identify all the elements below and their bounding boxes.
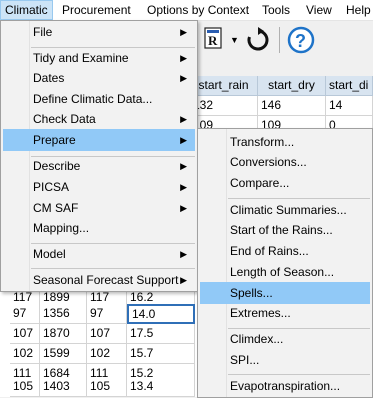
menu-options-by-context[interactable]: Options by Context: [143, 0, 253, 20]
menu-item-conversions[interactable]: Conversions...: [200, 151, 370, 173]
menu-item-label: Check Data: [33, 112, 96, 126]
menu-help[interactable]: Help: [342, 0, 373, 20]
menu-climatic[interactable]: Climatic: [0, 0, 53, 20]
submenu-arrow-icon: ▶: [180, 161, 187, 171]
menu-item-label: Dates: [33, 71, 65, 85]
menu-item-label: Conversions...: [230, 155, 307, 169]
table-cell[interactable]: 107: [10, 324, 40, 344]
menubar: Climatic Procurement Options by Context …: [0, 0, 373, 21]
menu-item-length-of-season[interactable]: Length of Season...: [200, 261, 370, 283]
menu-item-cm-saf[interactable]: CM SAF ▶: [3, 197, 195, 219]
table-cell[interactable]: 102: [10, 344, 40, 364]
menu-item-spells[interactable]: Spells...: [200, 282, 370, 304]
menu-item-label: Define Climatic Data...: [33, 92, 153, 106]
toolbar-separator: [279, 27, 280, 53]
submenu-arrow-icon: ▶: [180, 275, 187, 285]
submenu-arrow-icon: ▶: [180, 203, 187, 213]
table-cell[interactable]: 102: [87, 344, 127, 364]
menu-item-mapping[interactable]: Mapping...: [3, 217, 195, 239]
menu-item-label: Extremes...: [230, 306, 291, 320]
menu-tools[interactable]: Tools: [258, 0, 294, 20]
column-header[interactable]: start_di: [326, 76, 373, 96]
menu-item-tidy-and-examine[interactable]: Tidy and Examine ▶: [3, 47, 195, 69]
submenu-arrow-icon: ▶: [180, 114, 187, 124]
menu-item-label: Evapotranspiration...: [230, 379, 341, 393]
menu-item-transform[interactable]: Transform...: [200, 131, 370, 153]
refresh-icon[interactable]: [245, 27, 271, 53]
menu-item-define-climatic-data[interactable]: Define Climatic Data...: [3, 88, 195, 110]
menu-item-dates[interactable]: Dates ▶: [3, 67, 195, 89]
menu-item-evapotranspiration[interactable]: Evapotranspiration...: [200, 375, 370, 397]
menu-item-label: Prepare: [33, 133, 76, 147]
menu-item-start-of-the-rains[interactable]: Start of the Rains...: [200, 219, 370, 241]
submenu-arrow-icon: ▶: [180, 53, 187, 63]
submenu-arrow-icon: ▶: [180, 27, 187, 37]
table-cell[interactable]: 14: [326, 96, 373, 116]
menu-item-label: Climatic Summaries...: [230, 203, 347, 217]
menu-item-label: End of Rains...: [230, 244, 309, 258]
menu-item-label: Spells...: [230, 286, 273, 300]
menu-item-label: Transform...: [230, 135, 295, 149]
menu-item-label: Length of Season...: [230, 265, 335, 279]
submenu-arrow-icon: ▶: [180, 135, 187, 145]
menu-item-label: Climdex...: [230, 332, 284, 346]
table-cell[interactable]: 105: [87, 377, 127, 397]
dropdown-arrow-icon[interactable]: ▼: [230, 35, 239, 45]
table-cell[interactable]: 1870: [40, 324, 87, 344]
menu-item-model[interactable]: Model ▶: [3, 243, 195, 265]
menu-item-label: Seasonal Forecast Support: [33, 273, 179, 287]
menu-item-label: CM SAF: [33, 201, 79, 215]
menu-item-label: Tidy and Examine: [33, 51, 129, 65]
column-header[interactable]: start_rain: [190, 76, 258, 96]
table-cell[interactable]: 97: [10, 304, 40, 324]
table-cell[interactable]: 97: [87, 304, 127, 324]
menu-procurement[interactable]: Procurement: [58, 0, 135, 20]
menu-item-label: Model: [33, 247, 66, 261]
table-cell[interactable]: 1403: [40, 377, 87, 397]
menu-item-climdex[interactable]: Climdex...: [200, 328, 370, 350]
table-cell[interactable]: 13.4: [127, 377, 195, 397]
menu-item-prepare[interactable]: Prepare ▶: [3, 129, 195, 151]
menu-item-picsa[interactable]: PICSA ▶: [3, 176, 195, 198]
prepare-submenu: Transform... Conversions... Compare... C…: [197, 128, 373, 398]
help-icon[interactable]: ?: [287, 26, 315, 54]
menu-item-file[interactable]: File ▶: [3, 21, 195, 43]
r-script-icon[interactable]: R: [203, 27, 225, 51]
submenu-arrow-icon: ▶: [180, 249, 187, 259]
menu-item-label: SPI...: [230, 353, 260, 367]
menu-view[interactable]: View: [302, 0, 336, 20]
table-cell[interactable]: 1599: [40, 344, 87, 364]
menu-item-end-of-rains[interactable]: End of Rains...: [200, 240, 370, 262]
menu-item-label: PICSA: [33, 180, 70, 194]
menu-item-label: Describe: [33, 159, 81, 173]
menu-item-label: Compare...: [230, 176, 290, 190]
climatic-menu: File ▶ Tidy and Examine ▶ Dates ▶ Define Cl…: [0, 20, 198, 292]
menu-item-label: Start of the Rains...: [230, 223, 333, 237]
menu-item-spi[interactable]: SPI...: [200, 349, 370, 371]
column-header[interactable]: start_dry: [258, 76, 326, 96]
menu-item-check-data[interactable]: Check Data ▶: [3, 108, 195, 130]
table-cell[interactable]: 132: [190, 96, 258, 116]
table-cell[interactable]: 17.5: [127, 324, 195, 344]
table-cell[interactable]: 105: [10, 377, 40, 397]
menu-item-label: File: [33, 25, 53, 39]
menu-item-climatic-summaries[interactable]: Climatic Summaries...: [200, 199, 370, 221]
submenu-arrow-icon: ▶: [180, 73, 187, 83]
table-cell[interactable]: 107: [87, 324, 127, 344]
menu-item-seasonal-forecast-support[interactable]: Seasonal Forecast Support ▶: [3, 269, 195, 291]
svg-text:R: R: [208, 33, 218, 48]
menu-item-label: Mapping...: [33, 221, 90, 235]
menu-item-describe[interactable]: Describe ▶: [3, 155, 195, 177]
svg-text:?: ?: [295, 31, 306, 51]
selected-cell[interactable]: 14.0: [127, 304, 195, 324]
table-cell[interactable]: 1356: [40, 304, 87, 324]
submenu-arrow-icon: ▶: [180, 182, 187, 192]
menu-item-compare[interactable]: Compare...: [200, 172, 370, 194]
menu-item-extremes[interactable]: Extremes...: [200, 302, 370, 324]
table-cell[interactable]: 146: [258, 96, 326, 116]
table-cell[interactable]: 15.7: [127, 344, 195, 364]
